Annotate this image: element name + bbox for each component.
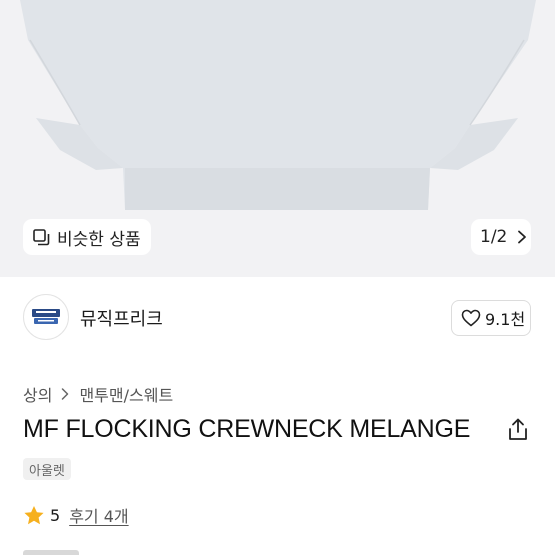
product-title: MF FLOCKING CREWNECK MELANGE [23, 415, 471, 443]
similar-products-button[interactable]: 비슷한 상품 [23, 219, 151, 255]
chevron-right-icon [518, 230, 527, 244]
like-button[interactable]: 9.1천 [451, 300, 531, 336]
similar-products-label: 비슷한 상품 [57, 229, 141, 250]
similar-items-icon [33, 228, 50, 245]
image-page-indicator[interactable]: 1/2 [471, 219, 531, 255]
heart-icon [461, 309, 481, 327]
rating-score: 5 [50, 505, 61, 525]
product-image-carousel[interactable]: 비슷한 상품 1/2 [0, 0, 555, 277]
star-icon [24, 505, 44, 524]
page-indicator-text: 1/2 [480, 227, 508, 247]
breadcrumb-item-sub[interactable]: 맨투맨/스웨트 [79, 382, 173, 406]
outlet-badge: 아울렛 [23, 458, 71, 480]
like-count: 9.1천 [485, 310, 526, 329]
cut-off-element [23, 550, 79, 555]
rating-row: 5 후기 4개 [23, 503, 129, 527]
chevron-right-icon [62, 388, 69, 400]
share-icon[interactable] [507, 418, 529, 441]
breadcrumb: 상의 맨투맨/스웨트 [23, 382, 173, 406]
shop-row: 뮤직프리크 9.1천 [0, 292, 555, 344]
shop-avatar[interactable] [23, 294, 69, 340]
shop-name[interactable]: 뮤직프리크 [80, 305, 163, 331]
shop-logo-icon [32, 309, 60, 324]
breadcrumb-item-top[interactable]: 상의 [23, 382, 52, 406]
reviews-link[interactable]: 후기 4개 [69, 503, 128, 527]
